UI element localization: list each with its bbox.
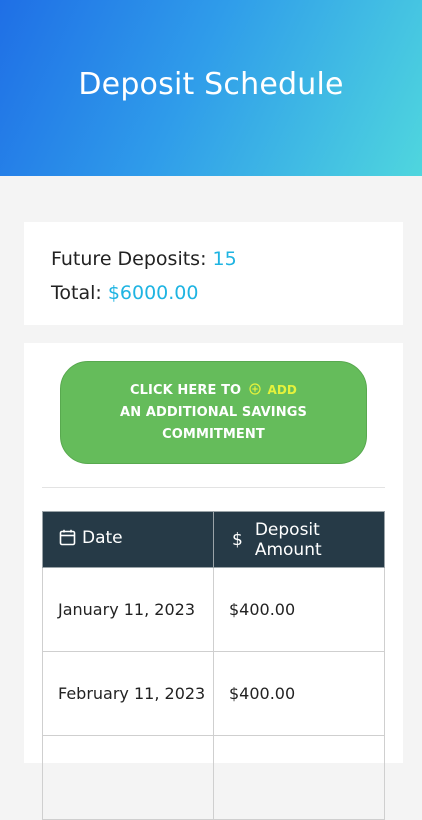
total-value: $6000.00 — [107, 282, 199, 304]
row-date: January 11, 2023 — [42, 567, 214, 652]
row-date: February 11, 2023 — [42, 651, 214, 736]
add-button-line1: CLICK HERE TO ADD — [130, 383, 297, 398]
dollar-icon: $ — [232, 529, 243, 550]
deposit-schedule-table: Date $ Deposit Amount January 11, 2023 $… — [42, 511, 385, 820]
add-savings-commitment-button[interactable]: CLICK HERE TO ADD AN ADDITIONAL SAVINGS … — [60, 361, 367, 464]
add-word: ADD — [267, 383, 297, 397]
header-banner: Deposit Schedule — [0, 0, 422, 176]
table-header-row: Date $ Deposit Amount — [42, 511, 385, 568]
add-button-line2: AN ADDITIONAL SAVINGS — [120, 405, 307, 420]
future-deposits-value: 15 — [212, 248, 237, 270]
row-amount: $400.00 — [213, 651, 385, 736]
calendar-icon — [59, 530, 76, 546]
row-amount: $400.00 — [213, 567, 385, 652]
total-label: Total: — [51, 282, 102, 304]
total-line: Total: $6000.00 — [51, 276, 403, 310]
amount-header-label: Deposit Amount — [254, 519, 322, 560]
column-header-amount: $ Deposit Amount — [213, 511, 385, 568]
plus-circle-icon — [249, 383, 261, 395]
future-deposits-line: Future Deposits: 15 — [51, 242, 403, 276]
row-amount — [213, 735, 385, 820]
row-date — [42, 735, 214, 820]
divider — [42, 487, 385, 488]
date-header-label: Date — [82, 527, 123, 548]
table-row — [42, 735, 385, 820]
column-header-date: Date — [42, 511, 214, 568]
page-title: Deposit Schedule — [78, 66, 344, 102]
summary-card: Future Deposits: 15 Total: $6000.00 — [24, 222, 403, 325]
add-button-line3: COMMITMENT — [162, 427, 265, 442]
schedule-card: CLICK HERE TO ADD AN ADDITIONAL SAVINGS … — [24, 343, 403, 820]
table-row: January 11, 2023 $400.00 — [42, 567, 385, 652]
future-deposits-label: Future Deposits: — [51, 248, 207, 270]
table-row: February 11, 2023 $400.00 — [42, 651, 385, 736]
